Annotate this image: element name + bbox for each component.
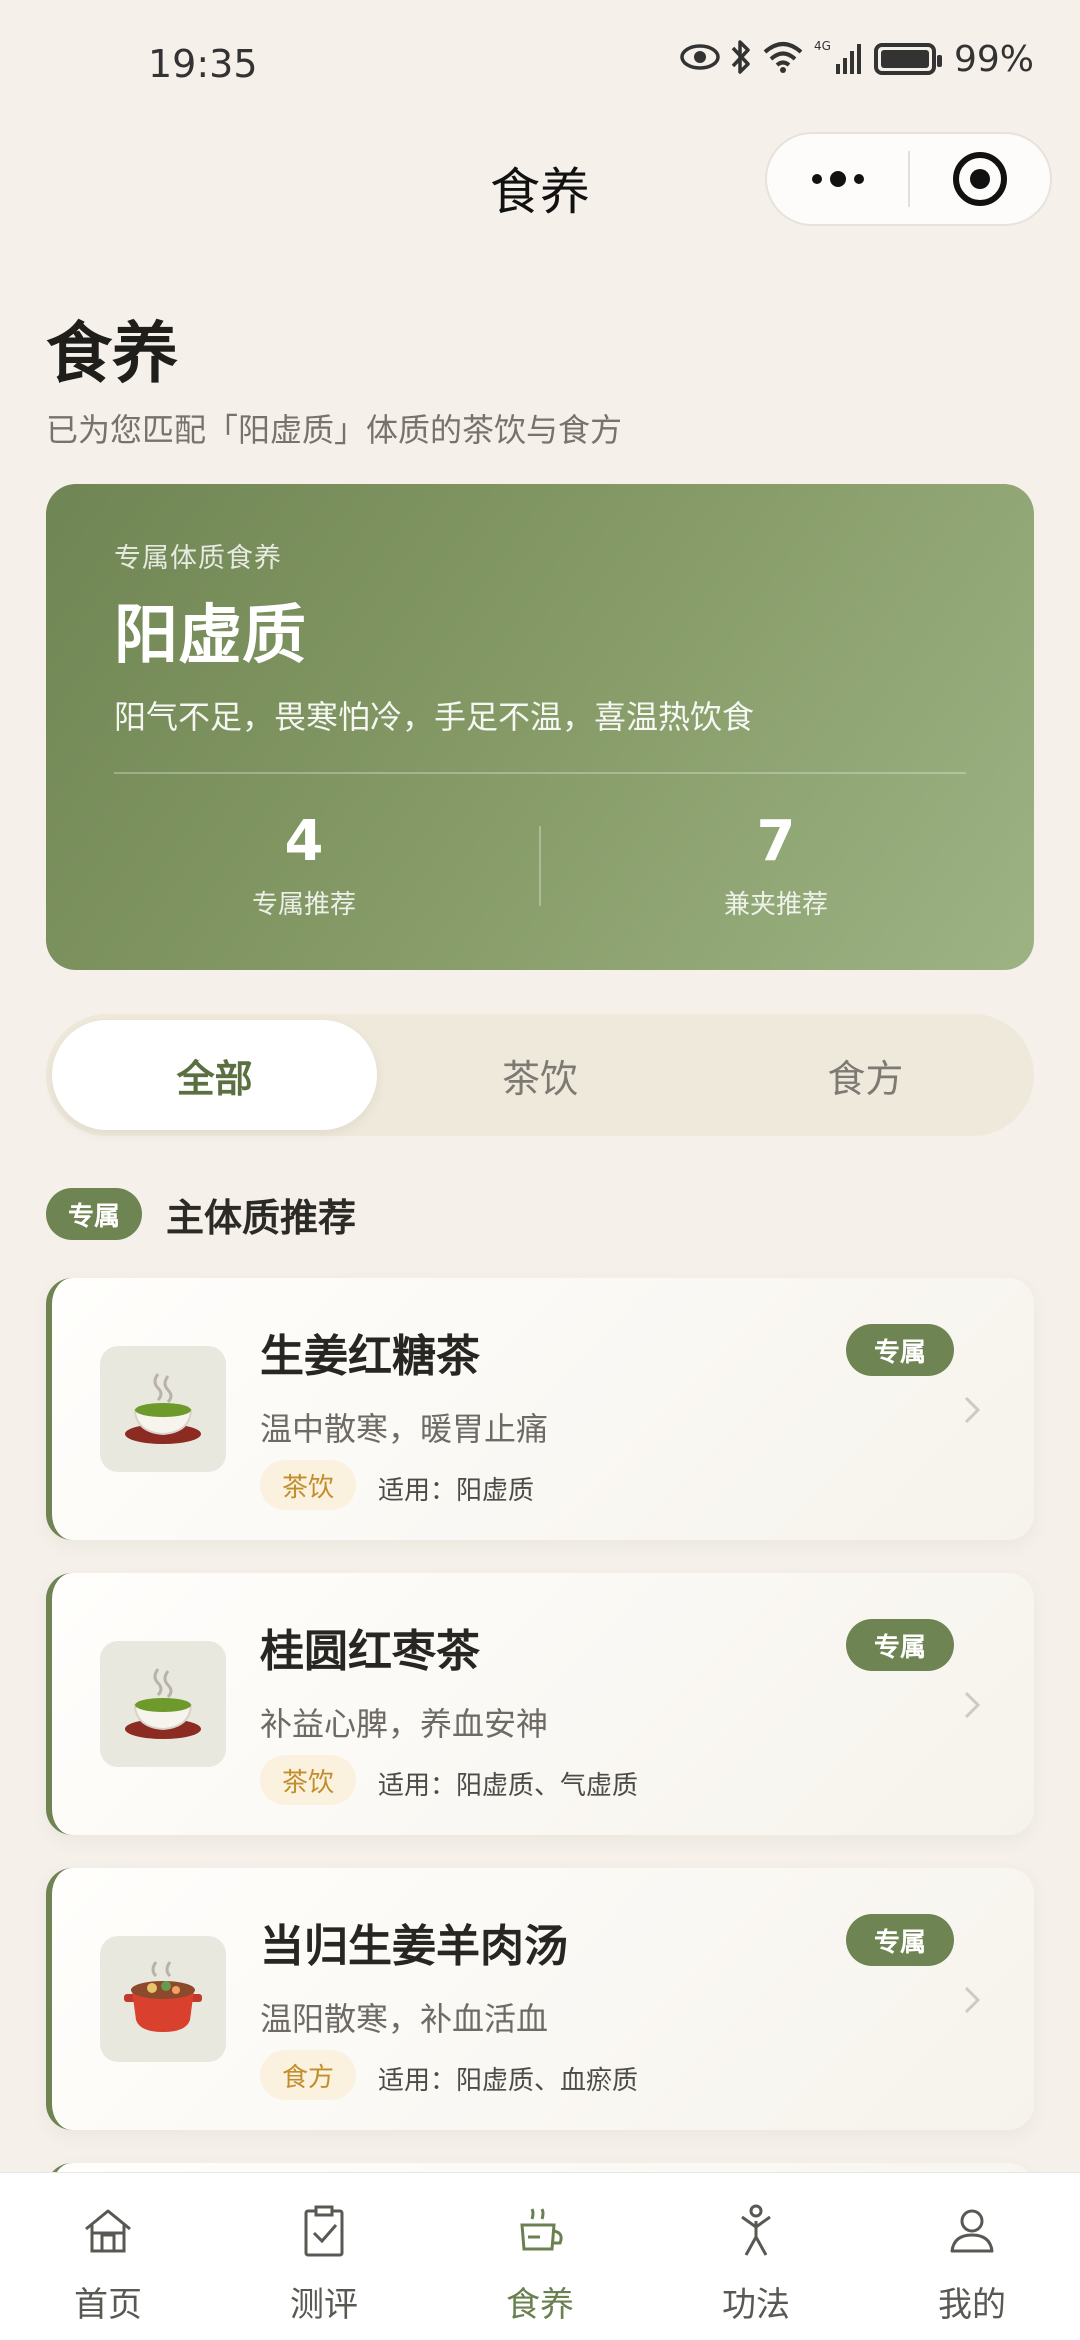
more-dots-icon[interactable]: [767, 134, 908, 224]
page-title: 食养: [46, 315, 178, 392]
tea-cup-icon: [100, 1346, 226, 1472]
bottom-tab-assessment[interactable]: 测评: [216, 2173, 432, 2340]
status-time: 19:35: [148, 42, 258, 86]
recipe-name: 桂圆红枣茶: [260, 1626, 480, 1677]
recipe-desc: 温阳散寒，补血活血: [260, 2000, 549, 2038]
recipe-card[interactable]: 桂圆红枣茶 补益心脾，养血安神 茶饮 适用：阳虚质、气虚质 专属: [46, 1573, 1034, 1835]
eye-icon: [680, 42, 720, 76]
wifi-icon: [762, 40, 804, 78]
bottom-tab-food[interactable]: 食养: [432, 2173, 648, 2340]
recipe-fit: 适用：阳虚质、气虚质: [378, 1771, 639, 1801]
nav-bar: 食养: [0, 120, 1080, 250]
food-bowl-icon: [520, 2208, 563, 2251]
stew-pot-icon: [100, 1936, 226, 2062]
bottom-tab-label: 测评: [290, 2285, 358, 2325]
bottom-tab-exercise[interactable]: 功法: [648, 2173, 864, 2340]
section-pill: 专属: [46, 1188, 143, 1240]
tea-cup-icon: [100, 1641, 226, 1767]
chevron-right-icon: [964, 1396, 981, 1424]
exercise-figure-icon: [741, 2204, 771, 2256]
tab-tea[interactable]: 茶饮: [377, 1020, 702, 1130]
stat-divider: [539, 826, 541, 906]
recipe-card[interactable]: 当归生姜羊肉汤 温阳散寒，补血活血 食方 适用：阳虚质、血瘀质 专属: [46, 1868, 1034, 2130]
bottom-tab-home[interactable]: 首页: [0, 2173, 216, 2340]
recipe-desc: 补益心脾，养血安神: [260, 1705, 549, 1743]
recipe-type-tag: 茶饮: [260, 1755, 357, 1805]
chevron-right-icon: [964, 1986, 981, 2014]
constitution-name: 阳虚质: [114, 599, 306, 673]
bottom-tab-profile[interactable]: 我的: [864, 2173, 1080, 2340]
category-tabs: 全部 茶饮 食方: [46, 1014, 1034, 1136]
target-circle-icon[interactable]: [910, 134, 1050, 224]
bottom-tab-bar: 首页 测评 食养 功法 我的: [0, 2172, 1080, 2340]
section-header: 专属 主体质推荐: [46, 1188, 356, 1240]
section-title: 主体质推荐: [166, 1195, 357, 1240]
stat-exclusive: 4 专属推荐: [154, 812, 454, 921]
bottom-tab-label: 首页: [74, 2285, 142, 2325]
recipe-type-tag: 茶饮: [260, 1460, 357, 1510]
recipe-type-tag: 食方: [260, 2050, 357, 2100]
tab-recipe[interactable]: 食方: [703, 1020, 1028, 1130]
recipe-name: 当归生姜羊肉汤: [260, 1921, 568, 1972]
bottom-tab-label: 食养: [506, 2285, 574, 2325]
network-label: 4G: [814, 39, 831, 53]
stat-mixed-value: 7: [756, 809, 796, 874]
recipe-desc: 温中散寒，暖胃止痛: [260, 1410, 549, 1448]
recipe-name: 生姜红糖茶: [260, 1331, 480, 1382]
mini-program-capsule: [765, 132, 1052, 226]
tab-all[interactable]: 全部: [52, 1020, 378, 1130]
status-bar: 19:35 4G 99%: [0, 0, 1080, 120]
exclusive-badge: 专属: [846, 1324, 954, 1376]
exclusive-badge: 专属: [846, 1914, 954, 1966]
food-therapy-screen: 19:35 4G 99% 食养 食养 已为您匹配「阳虚质」体质的茶饮与食方 专属…: [0, 0, 1080, 2340]
bottom-tab-label: 功法: [722, 2285, 790, 2325]
page-subtitle: 已为您匹配「阳虚质」体质的茶饮与食方: [46, 411, 623, 449]
recipe-fit: 适用：阳虚质: [378, 1476, 535, 1506]
stat-exclusive-label: 专属推荐: [251, 890, 356, 920]
clipboard-check-icon: [304, 2205, 344, 2257]
bluetooth-icon: [730, 38, 752, 80]
battery-icon: [873, 43, 942, 75]
exclusive-badge: 专属: [846, 1619, 954, 1671]
hero-kicker: 专属体质食养: [114, 543, 282, 574]
user-icon: [950, 2209, 994, 2253]
status-icons: 4G 99%: [680, 38, 1034, 80]
chevron-right-icon: [964, 1691, 981, 1719]
stat-exclusive-value: 4: [284, 809, 324, 874]
constitution-description: 阳气不足，畏寒怕冷，手足不温，喜温热饮食: [114, 698, 755, 736]
hero-divider: [114, 772, 966, 774]
battery-percent: 99%: [953, 38, 1034, 80]
recipe-fit: 适用：阳虚质、血瘀质: [378, 2066, 639, 2096]
bottom-tab-label: 我的: [938, 2285, 1006, 2325]
constitution-hero-card: 专属体质食养 阳虚质 阳气不足，畏寒怕冷，手足不温，喜温热饮食 4 专属推荐 7…: [46, 484, 1034, 970]
home-icon: [85, 2209, 131, 2253]
signal-icon: 4G: [814, 38, 864, 80]
stat-mixed-label: 兼夹推荐: [723, 890, 828, 920]
recipe-card[interactable]: 生姜红糖茶 温中散寒，暖胃止痛 茶饮 适用：阳虚质 专属: [46, 1278, 1034, 1540]
stat-mixed: 7 兼夹推荐: [626, 812, 926, 921]
